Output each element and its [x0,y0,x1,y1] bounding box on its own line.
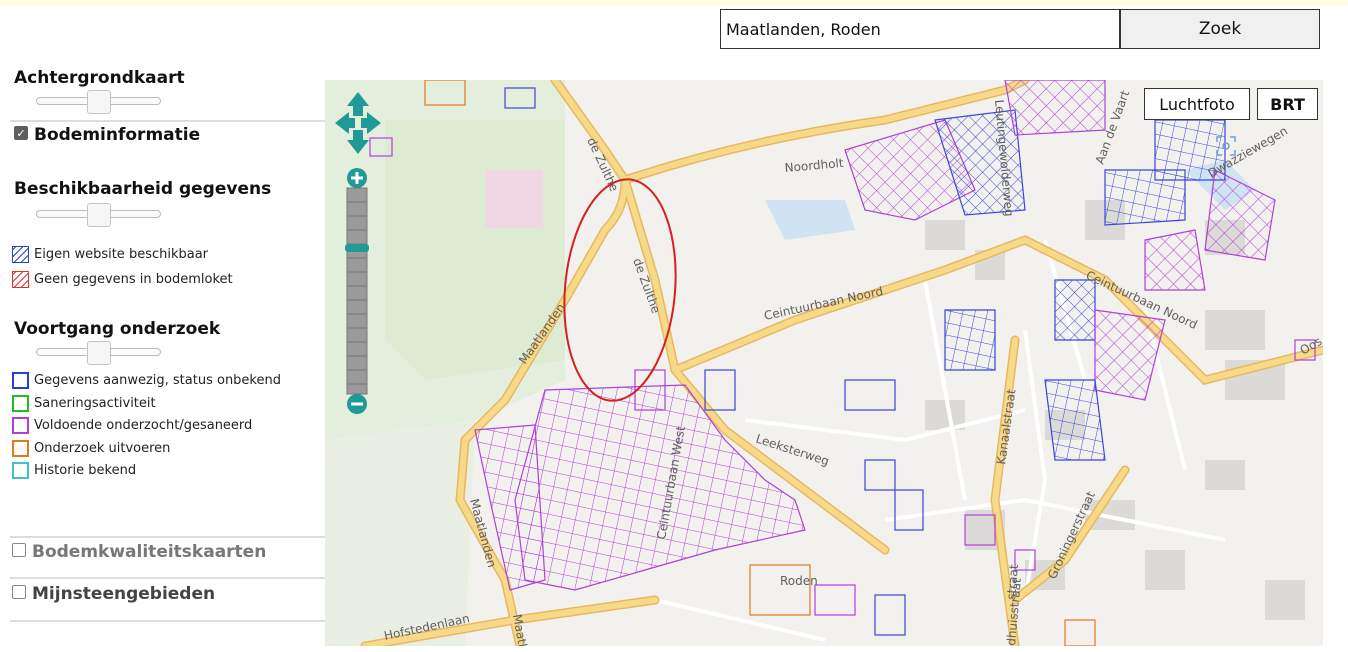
zoom-bar[interactable] [345,168,369,414]
quality-maps-checkbox[interactable] [12,543,26,557]
slider-handle[interactable] [87,203,111,227]
brt-label: BRT [1270,94,1305,114]
red-hatch-swatch [12,270,29,288]
legend-item-own-website: Eigen website beschikbaar [12,245,208,263]
sidebar: Achtergrondkaart ✓ Bodeminformatie Besch… [0,60,325,652]
zoom-track[interactable] [346,187,368,395]
divider [10,577,325,579]
blue-hatch-area [1054,279,1096,341]
teal-box-swatch [12,461,29,479]
divider [10,620,325,622]
top-strip [0,0,1348,6]
legend-label: Eigen website beschikbaar [34,246,209,262]
soil-info-checkbox[interactable]: ✓ [14,126,28,140]
purple-hatch-area [1004,80,1106,136]
divider [10,120,325,122]
legend-label: Voldoende onderzocht/gesaneerd [34,417,253,433]
search-button-label: Zoek [1198,19,1242,39]
pan-left-icon[interactable] [335,112,355,134]
street-label: Roden [780,574,818,588]
orange-box-swatch [12,439,29,457]
pan-right-icon[interactable] [361,112,381,134]
brt-button[interactable]: BRT [1257,88,1318,120]
progress-slider[interactable] [36,341,161,365]
progress-title: Voortgang onderzoek [14,319,221,339]
availability-title: Beschikbaarheid gegevens [14,179,272,199]
blue-grid-area [1044,379,1106,461]
legend-label: Gegevens aanwezig, status onbekend [34,372,281,388]
background-map-title: Achtergrondkaart [14,68,185,88]
legend-item-no-data: Geen gegevens in bodemloket [12,270,233,288]
pink-area [485,170,543,228]
search-button[interactable]: Zoek [1120,9,1320,49]
purple-box-swatch [12,416,29,434]
legend-item-history: Historie bekend [12,461,136,479]
zoom-handle[interactable] [345,244,369,252]
divider [10,536,325,538]
blue-grid-area [1104,169,1186,226]
green-box-swatch [12,394,29,412]
search-input[interactable]: Maatlanden, Roden [720,9,1120,49]
legend-item-sufficient: Voldoende onderzocht/gesaneerd [12,416,252,434]
mine-areas-label: Mijnsteengebieden [32,584,216,604]
mine-areas-checkbox[interactable] [12,585,26,599]
background-map-slider[interactable] [36,90,161,114]
purple-hatch-area [1144,229,1206,291]
slider-handle[interactable] [87,341,111,365]
legend-item-investigate: Onderzoek uitvoeren [12,439,170,457]
legend-label: Onderzoek uitvoeren [34,440,171,456]
pan-down-icon[interactable] [347,130,369,154]
aerial-photo-label: Luchtfoto [1159,94,1235,114]
aerial-photo-button[interactable]: Luchtfoto [1144,88,1250,120]
pan-control[interactable] [335,90,381,156]
quality-maps-label: Bodemkwaliteitskaarten [32,542,267,562]
availability-slider[interactable] [36,203,161,227]
legend-item-status-unknown: Gegevens aanwezig, status onbekend [12,371,281,389]
legend-label: Geen gegevens in bodemloket [34,271,233,287]
legend-item-remediation: Saneringsactiviteit [12,394,156,412]
blue-grid-area [944,309,996,371]
map-canvas[interactable]: de Zulthe de Zulthe Maatlanden Maatlande… [325,80,1323,646]
slider-handle[interactable] [87,90,111,114]
legend-label: Saneringsactiviteit [34,395,156,411]
blue-box-swatch [12,371,29,389]
legend-label: Historie bekend [34,462,137,478]
search-input-value: Maatlanden, Roden [726,19,881,39]
soil-info-label: Bodeminformatie [34,125,201,145]
blue-hatch-swatch [12,245,29,263]
map-drawing: de Zulthe de Zulthe Maatlanden Maatlande… [325,80,1323,646]
green-field [325,420,475,646]
pan-up-icon[interactable] [347,92,369,116]
